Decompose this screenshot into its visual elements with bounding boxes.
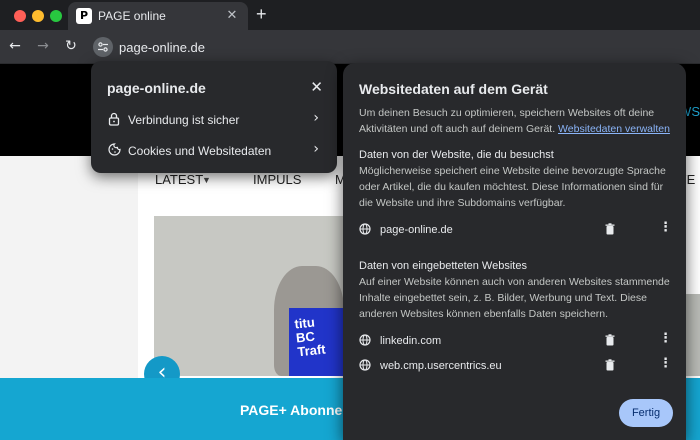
lock-icon xyxy=(108,112,120,126)
close-window-button[interactable] xyxy=(14,10,26,22)
more-options-icon[interactable]: ⋮ xyxy=(659,220,672,235)
dialog-intro: Um deinen Besuch zu optimieren, speicher… xyxy=(359,105,677,137)
close-icon[interactable]: ✕ xyxy=(310,78,323,96)
tab-strip: P PAGE online ✕ + xyxy=(0,0,700,30)
cookies-label: Cookies und Websitedaten xyxy=(128,144,272,158)
more-options-icon[interactable]: ⋮ xyxy=(659,331,672,346)
nav-impuls[interactable]: IMPULS xyxy=(253,172,301,187)
forward-arrow-icon[interactable]: → xyxy=(34,38,52,54)
nav-latest[interactable]: LATEST xyxy=(155,172,203,187)
site-name: web.cmp.usercentrics.eu xyxy=(380,360,502,372)
connection-secure-label: Verbindung ist sicher xyxy=(128,113,240,127)
site-row: web.cmp.usercentrics.eu ⋮ xyxy=(343,356,686,376)
banner-text: PAGE+ Abonne xyxy=(240,402,343,418)
site-name: linkedin.com xyxy=(380,335,442,347)
site-info-title: page-online.de xyxy=(107,80,206,96)
globe-icon xyxy=(359,334,371,346)
browser-toolbar: ← → ↻ page-online.de xyxy=(0,30,700,64)
site-name: page-online.de xyxy=(380,224,453,236)
tune-icon xyxy=(98,42,108,52)
tab-close-icon[interactable]: ✕ xyxy=(224,7,240,23)
connection-secure-row[interactable]: Verbindung ist sicher › xyxy=(91,104,337,134)
dialog-title: Websitedaten auf dem Gerät xyxy=(359,81,548,97)
trash-icon[interactable] xyxy=(605,359,615,371)
cookies-row[interactable]: Cookies und Websitedaten › xyxy=(91,135,337,165)
minimize-window-button[interactable] xyxy=(32,10,44,22)
globe-icon xyxy=(359,359,371,371)
site-info-button[interactable] xyxy=(93,37,113,57)
site-info-popup: page-online.de ✕ Verbindung ist sicher ›… xyxy=(91,61,337,173)
back-arrow-icon[interactable]: ← xyxy=(6,38,24,54)
embedded-sites-section-title: Daten von eingebetteten Websites xyxy=(359,260,527,272)
more-options-icon[interactable]: ⋮ xyxy=(659,356,672,371)
address-bar[interactable]: page-online.de xyxy=(119,40,205,55)
manage-site-data-link[interactable]: Websitedaten verwalten xyxy=(558,123,670,135)
trash-icon[interactable] xyxy=(605,334,615,346)
chevron-right-icon: › xyxy=(313,110,319,126)
site-data-dialog: Websitedaten auf dem Gerät Um deinen Bes… xyxy=(343,63,686,440)
hero-shirt-text: titu BC Traft xyxy=(293,314,327,360)
embedded-sites-section-text: Auf einer Website können auch von andere… xyxy=(359,276,670,320)
globe-icon xyxy=(359,223,371,235)
cookie-icon xyxy=(108,143,121,156)
tab-title: PAGE online xyxy=(98,9,166,23)
maximize-window-button[interactable] xyxy=(50,10,62,22)
caret-down-icon[interactable]: ▼ xyxy=(202,175,211,185)
new-tab-button[interactable]: + xyxy=(256,5,267,23)
site-row: linkedin.com ⋮ xyxy=(343,331,686,351)
hero-image[interactable]: titu BC Traft xyxy=(154,216,374,376)
visited-site-section-title: Daten von der Website, die du besuchst xyxy=(359,149,554,161)
trash-icon[interactable] xyxy=(605,223,615,235)
browser-tab[interactable]: P PAGE online ✕ xyxy=(68,2,248,30)
done-button[interactable]: Fertig xyxy=(619,399,673,427)
site-row: page-online.de ⋮ xyxy=(343,220,686,240)
visited-site-section-text: Möglicherweise speichert eine Website de… xyxy=(359,165,666,209)
page-favicon-icon: P xyxy=(76,8,92,24)
reload-icon[interactable]: ↻ xyxy=(62,38,80,54)
chevron-right-icon: › xyxy=(313,141,319,157)
